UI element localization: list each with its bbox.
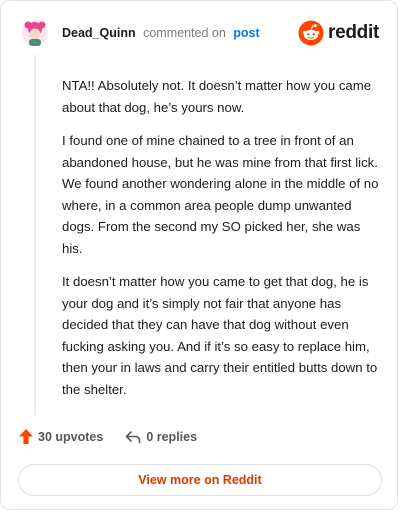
user-avatar[interactable] xyxy=(21,19,49,47)
post-link[interactable]: post xyxy=(233,26,259,40)
comment-paragraph: I found one of mine chained to a tree in… xyxy=(62,133,379,256)
comment-body: NTA!! Absolutely not. It doesn’t matter … xyxy=(62,75,380,412)
reddit-brand-link[interactable]: reddit xyxy=(298,20,379,46)
comment-paragraph: It doesn’t matter how you came to get th… xyxy=(62,274,378,397)
upvotes-label: 30 upvotes xyxy=(38,429,104,444)
view-more-button[interactable]: View more on Reddit xyxy=(18,464,382,496)
comment-embed-card: Dead_Quinn commented on post reddit NTA!… xyxy=(0,0,398,510)
comment-paragraph: NTA!! Absolutely not. It doesn’t matter … xyxy=(62,78,372,115)
action-text: commented on xyxy=(143,26,226,40)
comment-header: Dead_Quinn commented on post xyxy=(62,26,260,40)
replies-label: 0 replies xyxy=(146,429,198,444)
reply-arrow-icon xyxy=(126,430,141,443)
username-link[interactable]: Dead_Quinn xyxy=(62,26,136,40)
upvote-arrow-icon xyxy=(19,429,33,444)
upvotes-stat[interactable]: 30 upvotes xyxy=(19,429,103,444)
comment-stats: 30 upvotes 0 replies xyxy=(19,429,197,444)
replies-stat[interactable]: 0 replies xyxy=(125,430,197,444)
reddit-wordmark: reddit xyxy=(328,22,379,43)
reddit-snoo-icon xyxy=(298,20,324,46)
thread-line xyxy=(34,55,36,415)
